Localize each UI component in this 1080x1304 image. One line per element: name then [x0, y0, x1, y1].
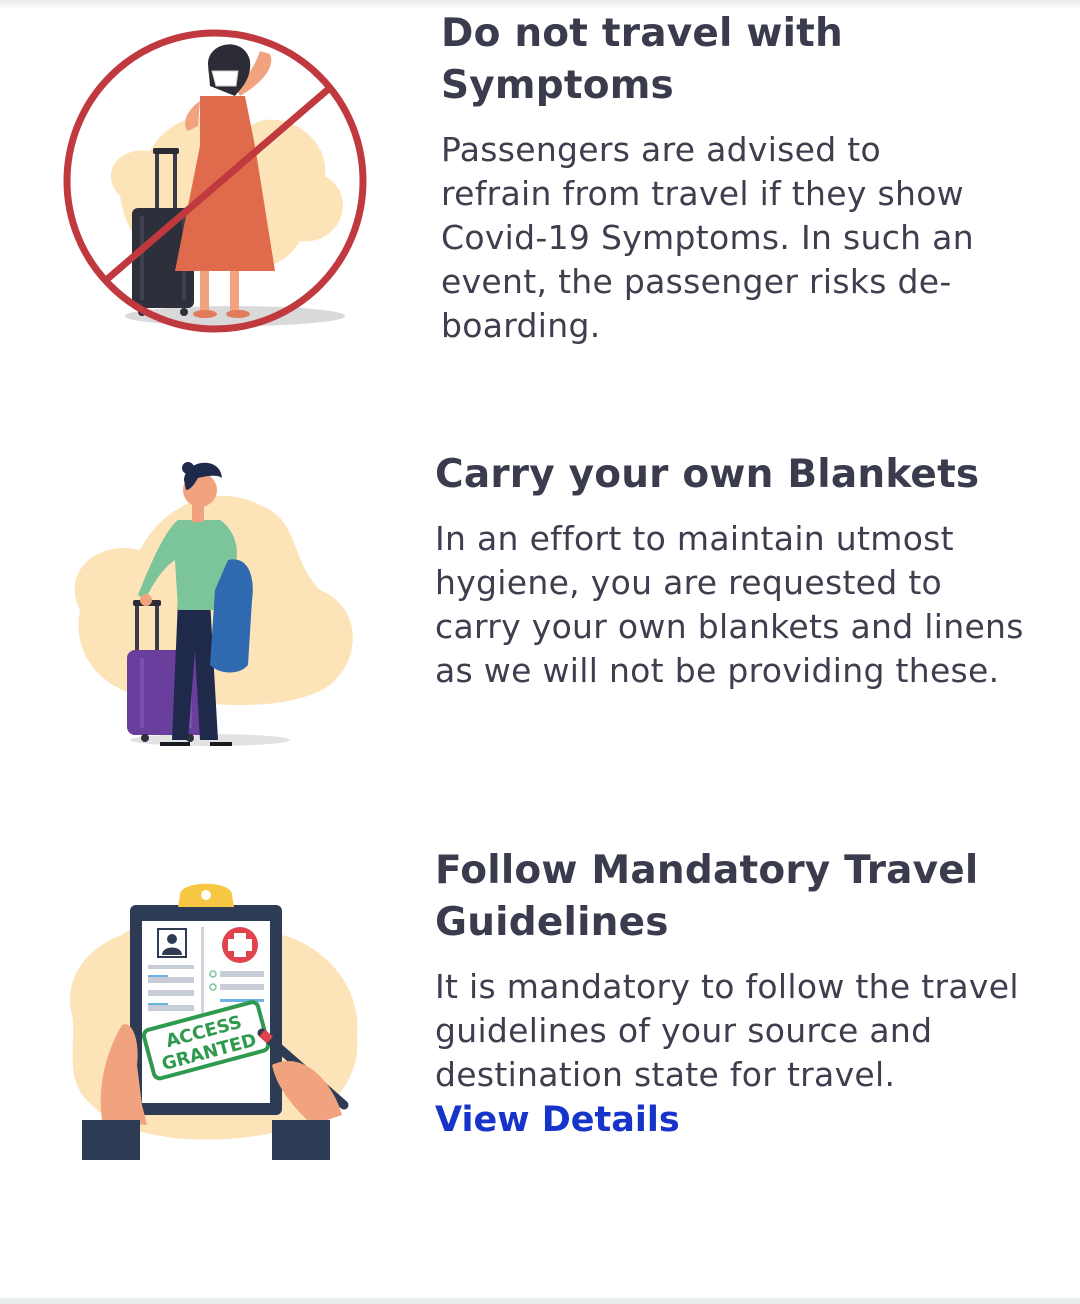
guideline-text-travel-guidelines: Follow Mandatory Travel Guidelines It is… [435, 845, 1035, 1143]
guideline-title: Follow Mandatory Travel Guidelines [435, 848, 979, 945]
bottom-divider [0, 1298, 1080, 1304]
guideline-text-symptoms: Do not travel with Symptoms Passengers a… [441, 8, 1001, 348]
guideline-text-blankets: Carry your own Blankets In an effort to … [435, 449, 1035, 693]
guidelines-page: Do not travel with Symptoms Passengers a… [0, 0, 1080, 1304]
guideline-item-symptoms: Do not travel with Symptoms Passengers a… [0, 0, 1080, 400]
guideline-item-blankets: Carry your own Blankets In an effort to … [0, 430, 1080, 790]
guideline-title: Do not travel with Symptoms [441, 11, 843, 108]
no-travel-symptoms-illustration [60, 26, 370, 336]
clipboard-access-granted-illustration: ACCESS GRANTED [62, 865, 362, 1165]
guideline-description: In an effort to maintain utmost hygiene,… [435, 519, 1024, 690]
guideline-description: Passengers are advised to refrain from t… [441, 130, 974, 345]
guideline-description: It is mandatory to follow the travel gui… [435, 967, 1019, 1094]
view-details-link[interactable]: View Details [435, 1097, 1035, 1143]
guideline-item-travel-guidelines: ACCESS GRANTED Follow Mandatory Travel G… [0, 845, 1080, 1205]
guideline-title: Carry your own Blankets [435, 452, 980, 497]
traveler-with-blanket-illustration [60, 450, 365, 750]
